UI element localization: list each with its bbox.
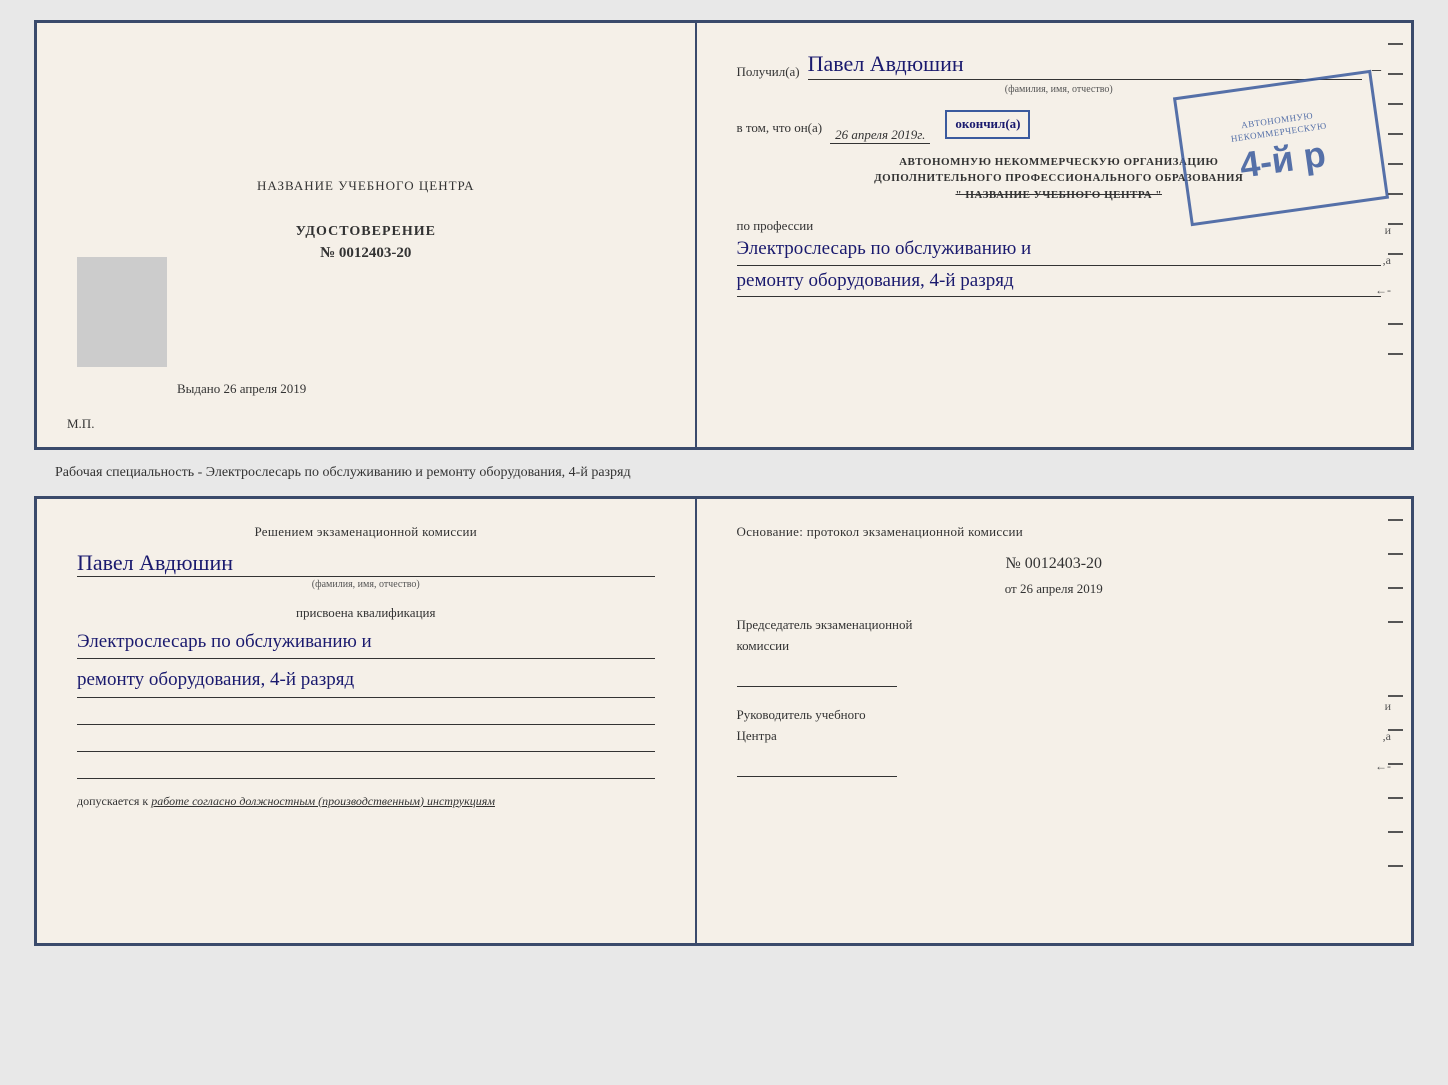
vydano-line: Выдано 26 апреля 2019 — [177, 381, 306, 397]
dopuskaetsya-text: работе согласно должностным (производств… — [151, 794, 495, 808]
page-wrapper: НАЗВАНИЕ УЧЕБНОГО ЦЕНТРА УДОСТОВЕРЕНИЕ №… — [20, 20, 1428, 946]
poluchil-row: Получил(а) Павел Авдюшин – — [737, 51, 1381, 80]
top-document: НАЗВАНИЕ УЧЕБНОГО ЦЕНТРА УДОСТОВЕРЕНИЕ №… — [34, 20, 1414, 450]
dash — [1388, 193, 1403, 195]
top-title: НАЗВАНИЕ УЧЕБНОГО ЦЕНТРА — [257, 178, 474, 194]
udostoverenie-label: УДОСТОВЕРЕНИЕ — [296, 224, 436, 240]
right-dashes — [1388, 43, 1403, 355]
rukovoditel-line1: Руководитель учебного — [737, 707, 1371, 723]
predsedatel-signature-line — [737, 662, 897, 687]
vydano-label: Выдано — [177, 381, 220, 396]
dash — [1388, 163, 1403, 165]
right-dashes-bottom — [1388, 519, 1403, 867]
po-professii: по профессии — [737, 218, 1381, 234]
stamp: АВТОНОМНУЮНЕКОММЕРЧЕСКУЮ 4-й р — [1173, 70, 1389, 227]
resheniyem-title: Решением экзаменационной комиссии — [77, 524, 655, 540]
profession-line1: Электрослесарь по обслуживанию и — [737, 234, 1381, 265]
blank-line-1 — [77, 703, 655, 725]
ot-date-value: 26 апреля 2019 — [1020, 581, 1103, 596]
right-fragment-a2: ,а — [1383, 729, 1391, 744]
osnovanie-title: Основание: протокол экзаменационной коми… — [737, 524, 1371, 540]
right-fragment-arrow: ←- — [1375, 283, 1391, 298]
dopuskaetsya-prefix: допускается к — [77, 794, 148, 808]
dash — [1388, 43, 1403, 45]
predsedatel-line2: комиссии — [737, 638, 1371, 654]
dash-b — [1388, 797, 1403, 799]
dash-b — [1388, 553, 1403, 555]
bottom-doc-left: Решением экзаменационной комиссии Павел … — [37, 499, 697, 943]
bottom-doc-right: Основание: протокол экзаменационной коми… — [697, 499, 1411, 943]
doc-number: № 0012403-20 — [320, 245, 411, 262]
qual-line1: Электрослесарь по обслуживанию и — [77, 626, 655, 659]
vtom-label: в том, что он(а) — [737, 118, 823, 139]
predsedatel-line1: Председатель экзаменационной — [737, 617, 1371, 633]
recipient-name: Павел Авдюшин — [808, 51, 1362, 80]
rukovoditel-signature-line — [737, 752, 897, 777]
fio-subtitle-bottom: (фамилия, имя, отчество) — [77, 579, 655, 590]
ot-prefix: от — [1005, 581, 1017, 596]
dash — [1388, 73, 1403, 75]
top-doc-right: АВТОНОМНУЮНЕКОММЕРЧЕСКУЮ 4-й р Получил(а… — [697, 23, 1411, 447]
okonchil-label: окончил(а) — [945, 110, 1030, 139]
bottom-document: Решением экзаменационной комиссии Павел … — [34, 496, 1414, 946]
protocol-number: № 0012403-20 — [737, 555, 1371, 573]
mp-label: М.П. — [67, 416, 94, 432]
dash — [1388, 133, 1403, 135]
right-fragment-a: ,а — [1383, 253, 1391, 268]
dash-b — [1388, 621, 1403, 623]
ot-date: от 26 апреля 2019 — [737, 581, 1371, 597]
dash-b — [1388, 865, 1403, 867]
right-fragment-arrow2: ←- — [1375, 759, 1391, 774]
blank-line-2 — [77, 730, 655, 752]
rukovoditel-line2: Центра — [737, 728, 1371, 744]
dash — [1388, 323, 1403, 325]
vydano-date: 26 апреля 2019 — [224, 381, 307, 396]
between-text: Рабочая специальность - Электрослесарь п… — [20, 460, 1428, 486]
number-value: 0012403-20 — [339, 245, 412, 261]
number-label: № — [320, 245, 335, 261]
top-doc-left: НАЗВАНИЕ УЧЕБНОГО ЦЕНТРА УДОСТОВЕРЕНИЕ №… — [37, 23, 697, 447]
right-fragment-i: и — [1385, 223, 1391, 238]
dash — [1388, 103, 1403, 105]
dash-b — [1388, 587, 1403, 589]
dash-b — [1388, 831, 1403, 833]
dash — [1388, 353, 1403, 355]
blank-line-3 — [77, 757, 655, 779]
poluchil-label: Получил(а) — [737, 64, 800, 80]
photo-placeholder — [77, 257, 167, 367]
dash-b — [1388, 519, 1403, 521]
bottom-name: Павел Авдюшин — [77, 550, 655, 577]
profession-line2: ремонту оборудования, 4-й разряд — [737, 266, 1381, 297]
prisvoena-label: присвоена квалификация — [77, 605, 655, 621]
qual-line2: ремонту оборудования, 4-й разряд — [77, 664, 655, 697]
between-text-content: Рабочая специальность - Электрослесарь п… — [55, 465, 631, 480]
dash-b — [1388, 695, 1403, 697]
right-fragment-i2: и — [1385, 699, 1391, 714]
vtom-date: 26 апреля 2019г. — [830, 127, 930, 144]
dopuskaetsya: допускается к работе согласно должностны… — [77, 794, 655, 809]
